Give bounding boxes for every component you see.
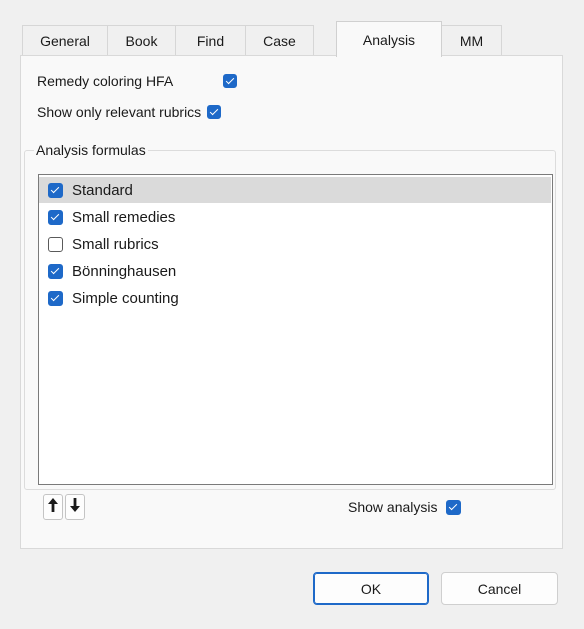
show-relevant-rubrics-label: Show only relevant rubrics bbox=[37, 104, 202, 120]
tab-label: Case bbox=[263, 33, 296, 49]
tab-label: Find bbox=[196, 33, 225, 49]
show-relevant-rubrics-checkbox[interactable] bbox=[207, 105, 222, 119]
tab-book[interactable]: Book bbox=[108, 25, 176, 56]
show-analysis-checkbox[interactable] bbox=[445, 499, 461, 515]
tab-label: General bbox=[40, 33, 90, 49]
formula-label: Small rubrics bbox=[72, 235, 159, 253]
formula-checkbox[interactable] bbox=[48, 182, 63, 198]
formula-checkbox[interactable] bbox=[48, 209, 63, 225]
move-down-button[interactable] bbox=[65, 494, 85, 520]
show-analysis-option[interactable]: Show analysis bbox=[348, 499, 461, 515]
formula-checkbox[interactable] bbox=[48, 290, 63, 306]
show-analysis-label: Show analysis bbox=[348, 499, 438, 515]
ok-button[interactable]: OK bbox=[313, 572, 429, 605]
tab-label: MM bbox=[459, 33, 484, 49]
remedy-coloring-option[interactable]: Remedy coloring HFA bbox=[37, 73, 238, 89]
arrow-down-icon bbox=[69, 497, 81, 517]
ok-button-label: OK bbox=[360, 580, 382, 597]
tab-label: Book bbox=[125, 33, 158, 49]
tab-mm[interactable]: MM bbox=[442, 25, 502, 56]
tab-general[interactable]: General bbox=[22, 25, 108, 56]
arrow-up-icon bbox=[47, 497, 59, 517]
remedy-coloring-checkbox[interactable] bbox=[223, 74, 238, 88]
cancel-button[interactable]: Cancel bbox=[441, 572, 558, 605]
formula-item-bonninghausen[interactable]: Bönninghausen bbox=[39, 258, 551, 284]
cancel-button-label: Cancel bbox=[477, 580, 522, 597]
formula-item-small-remedies[interactable]: Small remedies bbox=[39, 204, 551, 230]
remedy-coloring-label: Remedy coloring HFA bbox=[37, 73, 174, 89]
tab-find[interactable]: Find bbox=[176, 25, 246, 56]
move-up-button[interactable] bbox=[43, 494, 63, 520]
formula-item-standard[interactable]: Standard bbox=[39, 177, 551, 203]
tab-analysis[interactable]: Analysis bbox=[336, 21, 442, 57]
tab-case[interactable]: Case bbox=[246, 25, 314, 56]
formula-checkbox[interactable] bbox=[48, 263, 63, 279]
show-relevant-rubrics-option[interactable]: Show only relevant rubrics bbox=[37, 104, 222, 120]
formula-label: Simple counting bbox=[72, 289, 179, 307]
formula-label: Bönninghausen bbox=[72, 262, 177, 280]
formula-label: Standard bbox=[72, 181, 133, 199]
tab-label: Analysis bbox=[362, 31, 416, 48]
formula-item-small-rubrics[interactable]: Small rubrics bbox=[39, 231, 551, 257]
formula-checkbox[interactable] bbox=[48, 236, 63, 252]
formula-label: Small remedies bbox=[72, 208, 176, 226]
analysis-formulas-group-label: Analysis formulas bbox=[34, 142, 148, 158]
formulas-listbox[interactable]: Standard Small remedies Small rubrics Bö… bbox=[38, 174, 553, 485]
formula-item-simple-counting[interactable]: Simple counting bbox=[39, 285, 551, 311]
